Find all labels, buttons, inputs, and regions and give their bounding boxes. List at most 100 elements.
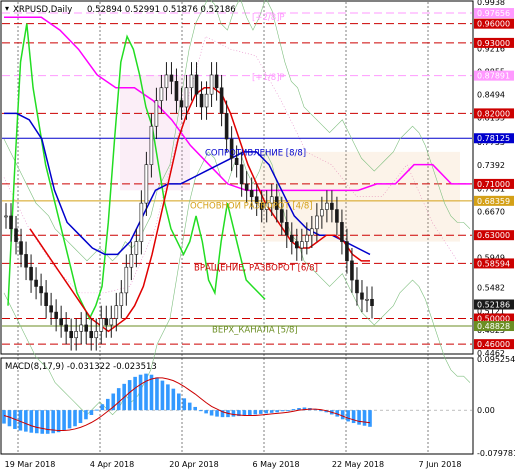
candle-body (249, 190, 254, 198)
candle-body (224, 113, 229, 140)
macd-bar (100, 404, 105, 411)
candle-body (315, 215, 319, 230)
macd-bar (258, 410, 263, 414)
macd-bar (275, 410, 279, 413)
candle-body (149, 125, 154, 165)
chart-canvas[interactable]: [+2/8]P [+1/8]P СОПРОТИВЛЕНИЕ [8/8] ОСНОВНО… (0, 0, 515, 472)
y-tick-label: 0.6670 (477, 207, 505, 216)
price-level-value: 0.78125 (477, 134, 510, 143)
candle-body (169, 74, 174, 82)
x-tick-label: 20 Apr 2018 (169, 460, 218, 469)
macd-bar (215, 410, 219, 417)
candle-body (355, 279, 359, 294)
candle-body (114, 305, 119, 319)
candle-body (44, 292, 48, 306)
candle-body (294, 241, 299, 249)
macd-bar (286, 410, 290, 412)
candle-body (219, 87, 224, 114)
macd-bar (177, 393, 181, 411)
candle-body (204, 93, 209, 108)
macd-bar (231, 410, 236, 417)
macd-bar (127, 380, 132, 411)
candle-body (330, 202, 334, 210)
y-tick-label: 0.8494 (477, 91, 505, 100)
macd-bar (116, 388, 121, 411)
candle-body (320, 209, 324, 217)
x-tick-label: 19 Mar 2018 (5, 460, 56, 469)
price-level-value: 0.52186 (477, 301, 510, 310)
macd-bar (198, 410, 203, 412)
candle-body (164, 74, 169, 89)
y-tick-label: 0.5482 (477, 284, 505, 293)
macd-y-tick-label: 0.095254 (477, 355, 515, 364)
macd-bar (264, 410, 269, 414)
macd-bar (193, 406, 197, 411)
candle-body (284, 222, 289, 236)
macd-bar (18, 410, 23, 431)
macd-bar (346, 410, 350, 422)
macd-bar (291, 409, 296, 411)
macd-bar (67, 410, 72, 429)
candle-body (239, 164, 244, 185)
y-tick-label: 0.9938 (477, 0, 505, 7)
macd-bar (209, 410, 214, 416)
candle-body (129, 254, 134, 268)
ohlc-values: 0.52894 0.52991 0.51876 0.52186 (87, 5, 236, 15)
candle-body (59, 318, 63, 326)
macd-pane-frame (0, 357, 474, 455)
candle-body (54, 311, 58, 319)
macd-bar (280, 410, 285, 412)
candle-body (340, 222, 344, 242)
macd-bar (95, 409, 99, 411)
price-level-value: 0.48828 (477, 322, 510, 331)
macd-bar (362, 410, 367, 426)
macd-bar (133, 376, 137, 411)
candle-body (179, 100, 184, 108)
candle-body (194, 74, 199, 95)
candle-body (64, 324, 68, 332)
candle-body (69, 331, 73, 339)
time-axis[interactable]: 19 Mar 2018 4 Apr 2018 20 Apr 2018 6 May 20… (5, 460, 462, 469)
macd-bar (340, 410, 345, 420)
candle-body (154, 100, 159, 127)
candle-body (360, 292, 364, 300)
candle-body (300, 241, 304, 249)
price-level-value: 0.68359 (477, 197, 510, 206)
candle-body (89, 331, 94, 339)
candle-body (144, 164, 149, 204)
y-tick-label: 0.7392 (477, 161, 505, 170)
candle-body (79, 324, 84, 332)
price-level-value: 0.97656 (477, 9, 510, 18)
candle-body (325, 202, 329, 210)
candle-body (199, 93, 204, 108)
candle-body (109, 318, 114, 326)
macd-bar (187, 402, 192, 411)
macd-bar (357, 410, 361, 425)
candle-body (84, 324, 89, 332)
candle-body (104, 318, 109, 326)
candle-body (184, 87, 189, 108)
macd-bar (45, 410, 50, 434)
price-level-value: 0.87891 (477, 72, 510, 81)
macd-bar (248, 410, 252, 415)
macd-bar (56, 410, 61, 433)
candle-body (139, 202, 144, 242)
candle-body (124, 266, 129, 294)
price-level-value: 0.58594 (477, 259, 510, 268)
candle-body (370, 298, 374, 306)
candle-body (234, 157, 239, 165)
candle-body (29, 266, 33, 281)
macd-bar (138, 374, 143, 411)
x-tick-label: 7 Jun 2018 (418, 460, 461, 469)
symbol-ohlc-label-marker: ▾ (5, 4, 9, 13)
candle-body (4, 215, 8, 218)
macd-bar (242, 410, 247, 416)
macd-bar (24, 410, 28, 432)
macd-bar (171, 388, 176, 411)
macd-bar (144, 373, 148, 411)
trading-chart[interactable]: [+2/8]P [+1/8]P СОПРОТИВЛЕНИЕ [8/8] ОСНОВНО… (0, 0, 515, 472)
candle-body (119, 292, 124, 306)
candle-body (305, 234, 309, 242)
macd-bar (182, 398, 187, 411)
level-annotation: ОСНОВНОЙ РАЗВОРОТ [4/8] (190, 199, 313, 211)
